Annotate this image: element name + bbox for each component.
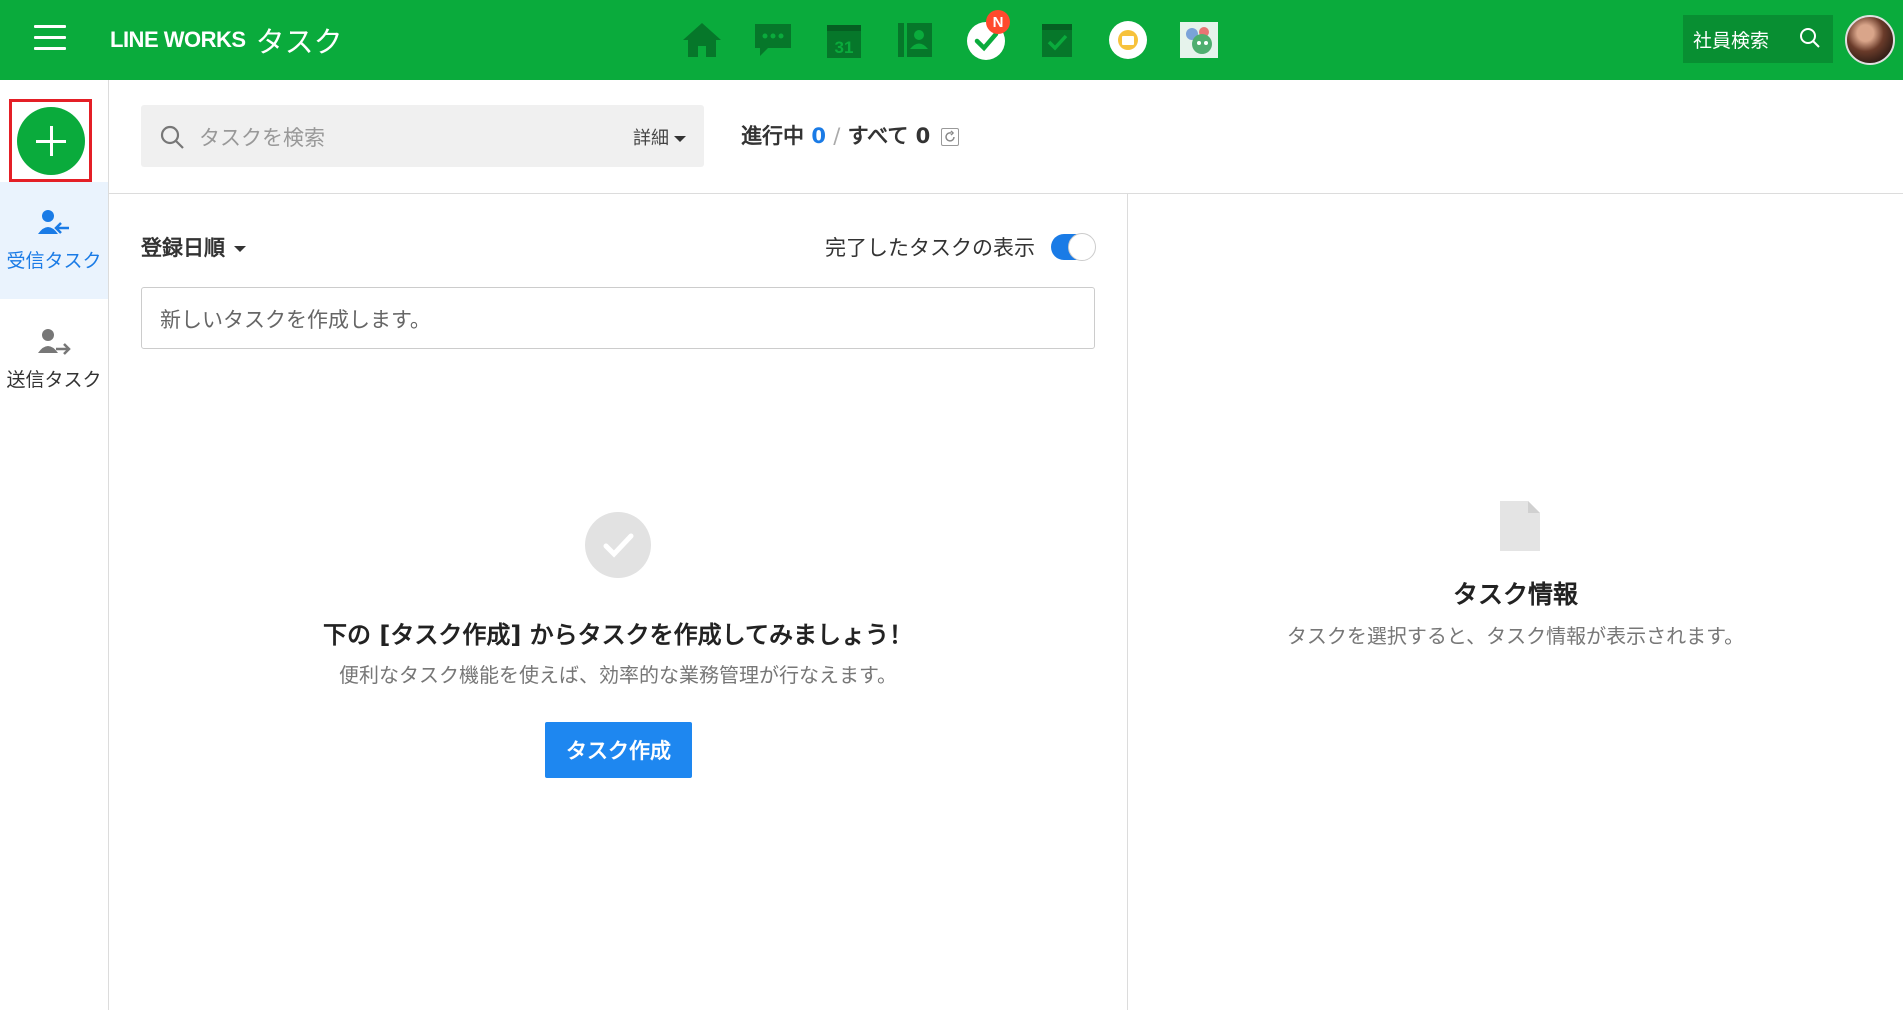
count-separator: / — [833, 124, 841, 148]
add-button-highlight — [9, 99, 92, 182]
task-counts: 進行中 0 / すべて 0 — [741, 120, 959, 150]
drive-icon[interactable] — [1035, 18, 1079, 62]
left-sidebar: 受信タスク 送信タスク — [0, 80, 109, 1010]
all-label: すべて — [847, 124, 909, 148]
sort-dropdown[interactable]: 登録日順 — [141, 232, 246, 262]
in-progress-count[interactable]: 0 — [811, 124, 826, 148]
chevron-down-icon — [234, 246, 246, 252]
empty-state-subtitle: 便利なタスク機能を使えば、効率的な業務管理が行なえます。 — [339, 663, 897, 687]
sidebar-item-label: 受信タスク — [6, 250, 102, 272]
all-count[interactable]: 0 — [916, 124, 931, 148]
avatar[interactable] — [1845, 15, 1895, 65]
sidebar-item-label: 送信タスク — [6, 369, 102, 391]
sidebar-item-sent-tasks[interactable]: 送信タスク — [0, 301, 108, 418]
detail-title: タスク情報 — [1452, 580, 1578, 609]
task-icon[interactable]: N — [964, 10, 1010, 62]
top-header: LINE WORKS タスク 31 N 社員検索 — [0, 0, 1903, 80]
search-icon — [1800, 28, 1820, 48]
address-book-icon[interactable] — [893, 18, 937, 62]
calendar-day: 31 — [835, 38, 854, 57]
add-task-button[interactable] — [17, 107, 85, 175]
task-search-box[interactable]: タスクを検索 詳細 — [141, 105, 704, 167]
employee-search-button[interactable]: 社員検索 — [1683, 15, 1833, 63]
bot-icon[interactable] — [1177, 18, 1221, 62]
empty-state-title: 下の [タスク作成] からタスクを作成してみましょう！ — [323, 621, 913, 649]
document-icon — [1500, 501, 1540, 551]
show-completed-label: 完了したタスクの表示 — [825, 236, 1035, 260]
refresh-icon[interactable] — [940, 128, 959, 146]
chevron-down-icon — [674, 136, 686, 142]
app-title: タスク — [255, 25, 343, 59]
search-icon — [160, 125, 184, 149]
create-task-button[interactable]: タスク作成 — [545, 722, 692, 778]
detail-label: 詳細 — [633, 128, 669, 149]
mail-icon[interactable] — [1106, 18, 1150, 62]
employee-search-label: 社員検索 — [1693, 29, 1770, 52]
search-input[interactable]: タスクを検索 — [199, 122, 325, 152]
new-task-input[interactable]: 新しいタスクを作成します。 — [141, 287, 1095, 349]
sort-label: 登録日順 — [141, 236, 225, 260]
lineworks-logo: LINE WORKS — [110, 27, 246, 52]
in-progress-label: 進行中 — [741, 124, 804, 148]
app-switcher: 31 N — [680, 10, 1248, 62]
show-completed-toggle[interactable] — [1051, 233, 1096, 261]
received-task-icon — [38, 210, 69, 234]
sidebar-item-received-tasks[interactable]: 受信タスク — [0, 182, 108, 299]
menu-icon[interactable] — [34, 25, 66, 51]
detail-subtitle: タスクを選択すると、タスク情報が表示されます。 — [1286, 624, 1745, 648]
home-icon[interactable] — [680, 18, 724, 62]
calendar-icon[interactable]: 31 — [822, 18, 866, 62]
detail-search-dropdown[interactable]: 詳細 — [633, 124, 686, 150]
notification-badge: N — [986, 10, 1010, 34]
divider — [109, 193, 1903, 194]
check-circle-icon — [585, 512, 651, 578]
sent-task-icon — [38, 329, 71, 355]
app-brand[interactable]: LINE WORKS タスク — [110, 20, 343, 60]
chat-icon[interactable] — [751, 18, 795, 62]
toggle-knob — [1068, 233, 1096, 261]
